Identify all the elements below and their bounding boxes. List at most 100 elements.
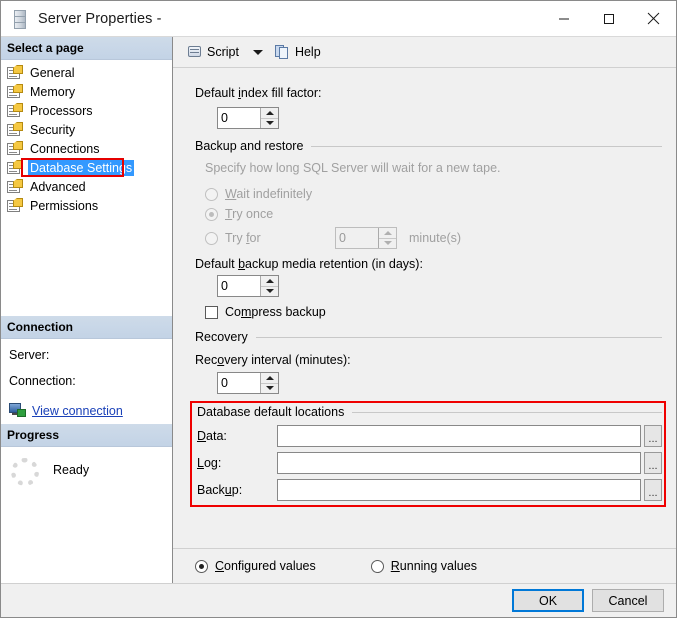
script-label: Script [207,45,239,59]
help-button[interactable]: Help [271,42,325,62]
property-page-icon [7,198,23,213]
left-pane: Select a page General Memory Processors … [1,37,173,583]
try-for-input[interactable] [336,228,378,248]
close-button[interactable] [631,1,676,36]
fill-factor-spin-buttons[interactable] [260,108,278,128]
close-icon [647,12,660,25]
sidebar-item-memory[interactable]: Memory [1,82,172,101]
radio-dot [199,563,204,569]
backup-location-label: Backup: [197,483,277,497]
backup-location-input[interactable] [278,482,640,498]
ok-button[interactable]: OK [512,589,584,612]
recovery-interval-input[interactable] [218,373,260,393]
spin-down-button[interactable] [379,238,396,248]
group-divider-line [311,145,662,147]
right-pane: Script Help Default index fill factor: 0… [173,37,676,583]
minimize-button[interactable] [541,1,586,36]
spin-down-button[interactable] [261,118,278,128]
fill-factor-label: Default index fill factor: [195,86,662,100]
running-values-option[interactable]: Running values [370,559,477,573]
log-location-input[interactable] [278,455,640,471]
sidebar-item-permissions[interactable]: Permissions [1,196,172,215]
radio-try-for[interactable] [205,231,218,245]
spin-up-button[interactable] [261,373,278,384]
compress-backup-accel: m [240,305,252,319]
default-locations-group-label: Database default locations [197,405,345,419]
data-location-field[interactable] [277,425,641,447]
property-page-icon [7,122,23,137]
connection-icon [9,403,27,418]
data-location-row: Data: ... [195,425,662,447]
configured-values-option[interactable]: Configured values [195,559,316,573]
try-for-label-post: or [249,231,261,245]
view-connection-row[interactable]: View connection [9,403,172,418]
page-list: General Memory Processors Security Conne… [1,60,172,219]
spin-up-button[interactable] [379,228,396,239]
settings-panel: Default index fill factor: 0 Backup and … [173,68,676,548]
log-location-field[interactable] [277,452,641,474]
page-toolbar: Script Help [173,37,676,68]
spin-down-button[interactable] [261,286,278,296]
sidebar-item-security[interactable]: Security [1,120,172,139]
arrow-up-icon [265,110,274,115]
compress-backup-label-post: press backup [251,305,326,319]
data-location-input[interactable] [278,428,640,444]
spin-down-button[interactable] [261,383,278,393]
group-divider-line [255,336,662,338]
try-once-label: ry once [232,207,274,221]
media-retention-label-pre: Default [195,257,239,271]
wait-indefinitely-accel: W [225,187,237,201]
try-for-stepper[interactable] [335,227,397,249]
sidebar-item-general[interactable]: General [1,63,172,82]
backup-browse-button[interactable]: ... [644,479,662,501]
default-locations-group-header: Database default locations [195,405,662,419]
media-retention-stepper[interactable] [217,275,279,297]
spin-up-button[interactable] [261,276,278,287]
radio-wait-indefinitely[interactable] [205,187,218,201]
radio-try-once[interactable] [205,207,218,221]
try-for-spin-buttons[interactable] [378,228,396,248]
recovery-interval-spin-buttons[interactable] [260,373,278,393]
log-label-post: og: [203,456,222,470]
fill-factor-label-pre: Default [195,86,239,100]
media-retention-input[interactable] [218,276,260,296]
sidebar-item-processors[interactable]: Processors [1,101,172,120]
radio-dot [209,211,214,217]
sidebar-item-label: General [30,65,75,80]
chevron-down-icon[interactable] [252,49,263,55]
media-retention-spin-buttons[interactable] [260,276,278,296]
database-default-locations-section: Database default locations Data: ... Log… [190,401,666,507]
arrow-up-icon [265,278,274,283]
recovery-interval-stepper[interactable] [217,372,279,394]
spin-up-button[interactable] [261,108,278,119]
view-connection-link[interactable]: View connection [32,404,123,418]
backup-location-field[interactable] [277,479,641,501]
try-once-option[interactable]: Try once [205,207,662,221]
sidebar-item-advanced[interactable]: Advanced [1,177,172,196]
dialog-body: Select a page General Memory Processors … [1,36,676,583]
sidebar-item-database-settings[interactable]: Database Settings [1,158,172,177]
sidebar-item-label: Security [30,122,76,137]
recovery-group-label: Recovery [195,330,248,344]
log-browse-button[interactable]: ... [644,452,662,474]
wait-indefinitely-option[interactable]: Wait indefinitely [205,187,662,201]
compress-backup-option[interactable]: Compress backup [205,305,662,319]
sidebar-item-connections[interactable]: Connections [1,139,172,158]
radio-running-values[interactable] [370,559,384,573]
help-icon [274,44,291,60]
backup-restore-group-header: Backup and restore [195,139,662,153]
fill-factor-input[interactable] [218,108,260,128]
title-bar: Server Properties - [1,1,676,36]
arrow-up-icon [383,230,392,235]
running-values-accel: R [390,559,400,573]
script-button[interactable]: Script [183,42,243,62]
radio-configured-values[interactable] [195,559,208,573]
backup-label-accel: u [224,483,232,497]
cancel-button[interactable]: Cancel [592,589,664,612]
data-browse-button[interactable]: ... [644,425,662,447]
running-values-label: unning values [399,559,477,573]
fill-factor-stepper[interactable] [217,107,279,129]
compress-backup-checkbox[interactable] [205,305,218,319]
sidebar-item-label: Processors [30,103,93,118]
maximize-button[interactable] [586,1,631,36]
